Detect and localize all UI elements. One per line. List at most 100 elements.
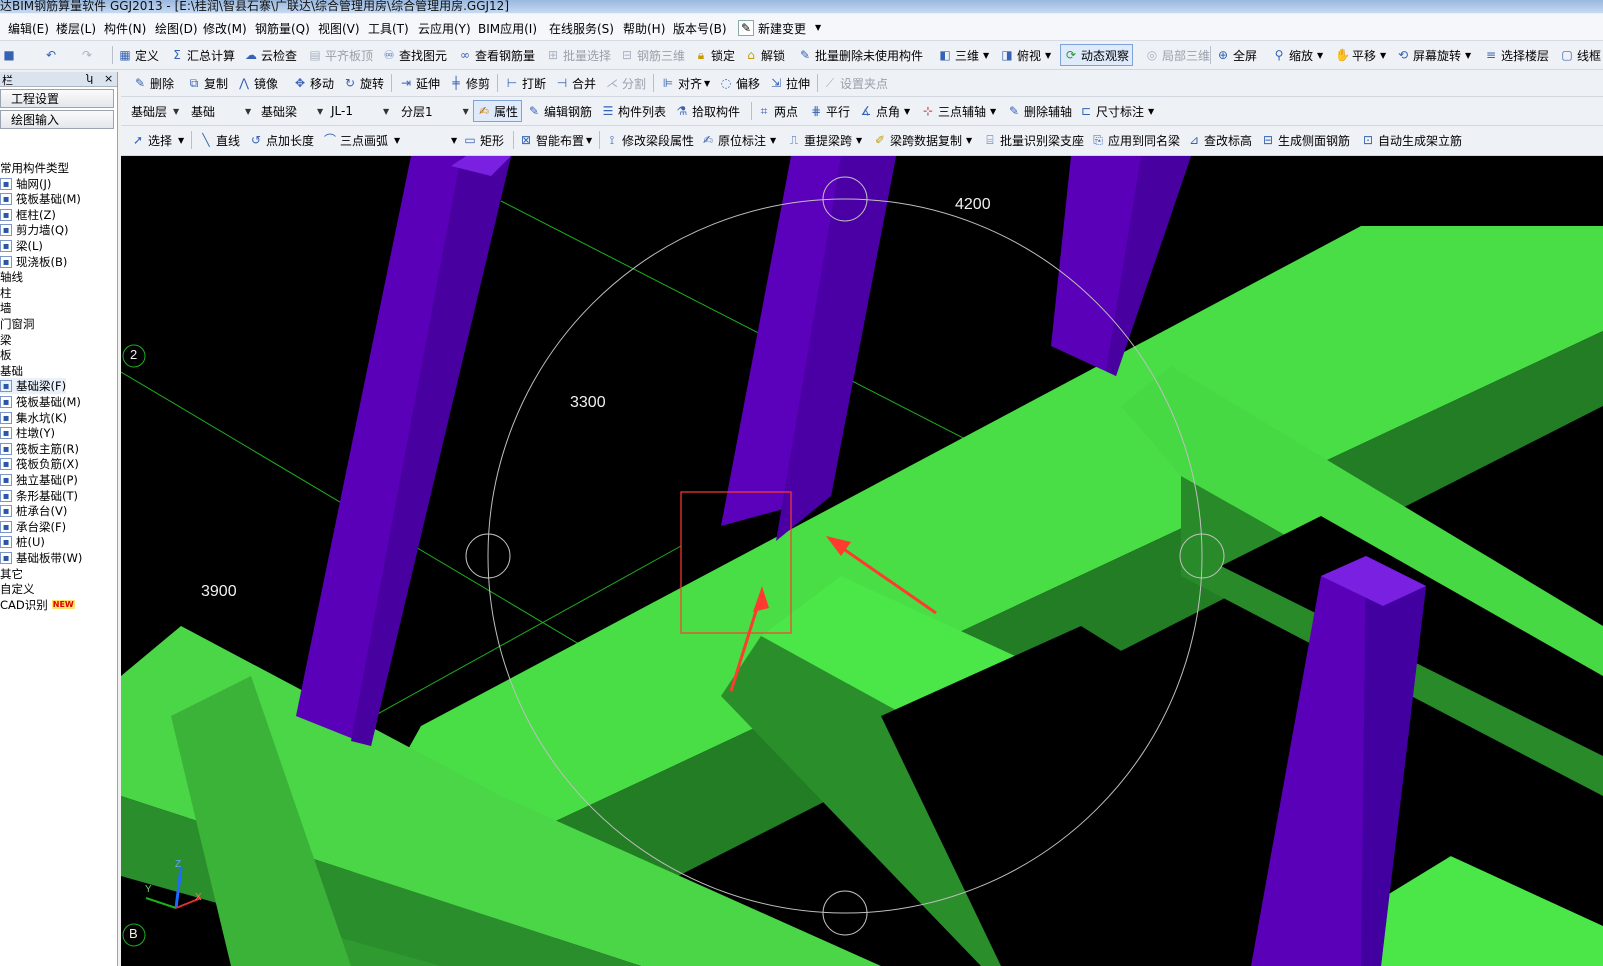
menu-view[interactable]: 视图(V): [318, 20, 360, 37]
rectangle-button[interactable]: ▭ 矩形: [463, 129, 504, 151]
move-button[interactable]: ✥ 移动: [293, 72, 334, 94]
category-select[interactable]: 基础 ▼: [191, 102, 251, 120]
mirror-button[interactable]: ⋀ 镜像: [237, 72, 278, 94]
local-3d-button[interactable]: ◎ 局部三维: [1145, 44, 1210, 66]
tree-item[interactable]: 墙: [0, 300, 12, 316]
tree-item[interactable]: ▪ 现浇板(B): [0, 254, 67, 270]
menu-draw[interactable]: 绘图(D): [155, 20, 198, 37]
delete-axis-button[interactable]: ✎ 删除辅轴: [1007, 100, 1072, 122]
flush-slab-top-button[interactable]: ▤ 平齐板顶: [308, 44, 373, 66]
view-rebar-button[interactable]: ∞ 查看钢筋量: [458, 44, 535, 66]
tree-item[interactable]: 基础: [0, 363, 23, 379]
wireframe-button[interactable]: ▢ 线框: [1560, 44, 1601, 66]
screen-rotate-button[interactable]: ⟲ 屏幕旋转 ▼: [1396, 44, 1471, 66]
merge-button[interactable]: ⊣ 合并: [555, 72, 596, 94]
menu-online[interactable]: 在线服务(S): [549, 20, 614, 37]
rebar-3d-button[interactable]: ⊟ 钢筋三维: [620, 44, 685, 66]
dimension-button[interactable]: ⊏ 尺寸标注 ▼: [1079, 100, 1154, 122]
summary-calc-button[interactable]: Σ 汇总计算: [170, 44, 235, 66]
tree-item[interactable]: ▪ 基础梁(F): [0, 378, 67, 395]
cloud-check-button[interactable]: ☁ 云检查: [244, 44, 297, 66]
tree-item[interactable]: ▪ 剪力墙(Q): [0, 222, 69, 238]
chevron-down-icon[interactable]: ▼: [815, 23, 821, 32]
define-button[interactable]: ▦ 定义: [118, 44, 159, 66]
three-point-arc-button[interactable]: ⌒ 三点画弧 ▼: [323, 129, 400, 151]
tree-item[interactable]: 自定义: [0, 581, 35, 597]
tree-item[interactable]: ▪ 承台梁(F): [0, 519, 66, 535]
menu-version[interactable]: 版本号(B): [673, 20, 727, 37]
component-list-button[interactable]: ☰ 构件列表: [601, 100, 666, 122]
menu-cloud[interactable]: 云应用(Y): [418, 20, 471, 37]
copy-button[interactable]: ⧉ 复制: [187, 72, 228, 94]
line-button[interactable]: ╲ 直线: [199, 129, 240, 151]
menu-tools[interactable]: 工具(T): [368, 20, 409, 37]
select-button[interactable]: ➚ 选择 ▼: [131, 129, 184, 151]
tree-item[interactable]: ▪ 筏板负筋(X): [0, 456, 79, 472]
generate-side-rebar-button[interactable]: ⊟ 生成侧面钢筋: [1261, 129, 1350, 151]
auto-erection-rebar-button[interactable]: ⊡ 自动生成架立筋: [1361, 129, 1462, 151]
lock-button[interactable]: 🔒︎ 锁定: [694, 44, 735, 66]
tree-item[interactable]: 柱: [0, 285, 12, 301]
fullscreen-button[interactable]: ⊕ 全屏: [1216, 44, 1257, 66]
split-button[interactable]: ⋌ 分割: [605, 72, 646, 94]
drawing-input-button[interactable]: 绘图输入: [0, 110, 114, 129]
check-elevation-button[interactable]: ⊿ 查改标高: [1187, 129, 1252, 151]
point-angle-button[interactable]: ∡ 点角 ▼: [859, 100, 911, 122]
pin-icon[interactable]: ʮ: [86, 72, 93, 85]
tree-item[interactable]: ▪ 筏板主筋(R): [0, 441, 79, 457]
tree-item[interactable]: ▪ 桩(U): [0, 534, 45, 550]
tree-item[interactable]: 板: [0, 347, 12, 363]
break-button[interactable]: ⊢ 打断: [505, 72, 546, 94]
menu-component[interactable]: 构件(N): [104, 20, 146, 37]
menu-new-change[interactable]: 新建变更: [758, 20, 806, 37]
offset-button[interactable]: ◌ 偏移: [719, 72, 760, 94]
tree-item[interactable]: 常用构件类型: [0, 160, 69, 176]
menu-modify[interactable]: 修改(M): [203, 20, 247, 37]
in-place-annotation-button[interactable]: ✍ 原位标注 ▼: [701, 129, 776, 151]
two-point-button[interactable]: ⌗ 两点: [757, 100, 798, 122]
tree-item[interactable]: ▪ 条形基础(T): [0, 488, 78, 504]
model-canvas[interactable]: [121, 156, 1603, 966]
project-settings-button[interactable]: 工程设置: [0, 89, 114, 108]
tree-item[interactable]: 其它: [0, 566, 23, 582]
rotate-button[interactable]: ↻ 旋转: [343, 72, 384, 94]
chevron-down-icon[interactable]: ▼: [451, 136, 457, 145]
zoom-button[interactable]: ⚲ 缩放 ▼: [1272, 44, 1324, 66]
tree-item[interactable]: ▪ 集水坑(K): [0, 410, 67, 426]
re-extract-span-button[interactable]: ⎍ 重提梁跨 ▼: [787, 129, 862, 151]
tree-item[interactable]: ▪ 柱墩(Y): [0, 425, 55, 441]
save-icon[interactable]: ■: [2, 44, 19, 66]
unlock-button[interactable]: ⌂ 解锁: [744, 44, 785, 66]
tree-item[interactable]: ▪ 基础板带(W): [0, 550, 82, 566]
menu-bim[interactable]: BIM应用(I): [478, 20, 537, 37]
tree-item[interactable]: ▪ 筏板基础(M): [0, 191, 81, 207]
modify-beam-segment-button[interactable]: ⟟ 修改梁段属性: [605, 129, 694, 151]
component-select[interactable]: JL-1 ▼: [331, 102, 389, 120]
tree-item[interactable]: ▪ 轴网(J): [0, 176, 51, 192]
menu-rebar[interactable]: 钢筋量(Q): [255, 20, 310, 37]
tree-item[interactable]: 轴线: [0, 269, 23, 285]
3d-button[interactable]: ◧ 三维 ▼: [938, 44, 989, 66]
span-data-copy-button[interactable]: ✐ 梁跨数据复制 ▼: [873, 129, 972, 151]
tree-item[interactable]: ▪ 独立基础(P): [0, 472, 78, 488]
tree-item[interactable]: ▪ 桩承台(V): [0, 503, 67, 519]
tree-item[interactable]: ▪ 梁(L): [0, 238, 43, 254]
smart-layout-button[interactable]: ⊠ 智能布置 ▼: [519, 129, 592, 151]
tree-item[interactable]: ▪ 筏板基础(M): [0, 394, 81, 410]
batch-delete-unused-button[interactable]: ✎ 批量删除未使用构件: [798, 44, 923, 66]
menu-edit[interactable]: 编辑(E): [8, 20, 49, 37]
find-element-button[interactable]: ♾ 查找图元: [382, 44, 447, 66]
tree-item[interactable]: ▪ 框柱(Z): [0, 207, 56, 223]
menu-floor[interactable]: 楼层(L): [56, 20, 96, 37]
tree-item[interactable]: CAD识别 NEW: [0, 597, 75, 613]
floor-select[interactable]: 基础层 ▼: [131, 102, 179, 120]
delete-button[interactable]: ✎ 删除: [133, 72, 174, 94]
properties-button[interactable]: ✍ 属性: [473, 100, 523, 122]
parallel-button[interactable]: ⋕ 平行: [809, 100, 850, 122]
stretch-button[interactable]: ⇲ 拉伸: [769, 72, 810, 94]
undo-icon[interactable]: ↶: [44, 44, 61, 66]
three-point-axis-button[interactable]: ⊹ 三点辅轴 ▼: [921, 100, 996, 122]
edit-rebar-button[interactable]: ✎ 编辑钢筋: [527, 100, 592, 122]
align-button[interactable]: ⊫ 对齐 ▼: [661, 72, 710, 94]
layer-select[interactable]: 分层1 ▼: [401, 102, 469, 120]
